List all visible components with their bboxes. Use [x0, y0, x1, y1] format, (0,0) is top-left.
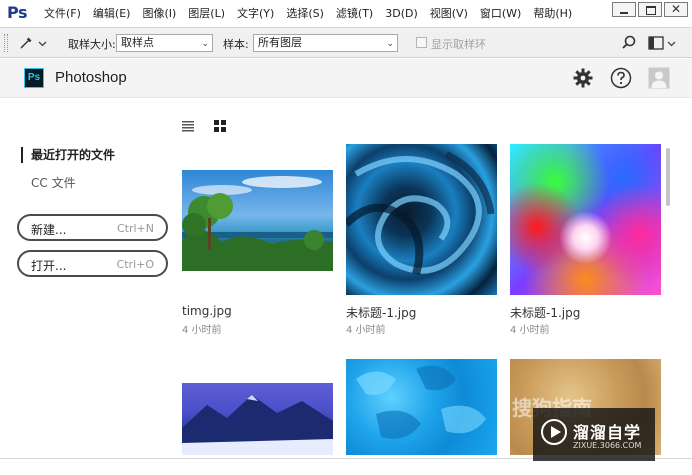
search-icon[interactable] [620, 34, 638, 52]
menu-bar: Ps 文件(F) 编辑(E) 图像(I) 图层(L) 文字(Y) 选择(S) 滤… [0, 0, 692, 28]
cc-files-link[interactable]: CC 文件 [31, 174, 76, 191]
recent-file-thumbnail-timg[interactable] [182, 170, 333, 271]
tool-preset-picker[interactable] [18, 35, 54, 51]
watermark-title: 溜溜自学 [573, 423, 642, 442]
minimize-button[interactable] [612, 2, 636, 17]
scrollbar-thumb[interactable] [666, 148, 670, 206]
grid-view-icon[interactable] [213, 119, 227, 133]
open-button-label: 打开... [31, 259, 67, 273]
show-ring-checkbox[interactable] [416, 37, 427, 48]
file-name[interactable]: timg.jpg [182, 304, 232, 318]
help-icon[interactable] [610, 67, 632, 89]
menu-file[interactable]: 文件(F) [38, 0, 87, 28]
sample-size-label: 取样大小: [68, 38, 116, 51]
recent-files-heading[interactable]: 最近打开的文件 [21, 147, 115, 163]
open-button[interactable]: 打开... Ctrl+O [17, 250, 168, 277]
file-time: 4 小时前 [182, 325, 222, 336]
recent-file-thumbnail-mountain[interactable] [182, 383, 333, 455]
file-name[interactable]: 未标题-1.jpg [346, 304, 416, 321]
play-icon [541, 419, 567, 445]
workspace-switcher[interactable] [648, 35, 684, 51]
file-name[interactable]: 未标题-1.jpg [510, 304, 580, 321]
recent-file-thumbnail-untitled-1[interactable] [346, 144, 497, 295]
workspace-icon [648, 36, 664, 50]
file-time: 4 小时前 [510, 325, 550, 336]
new-button-shortcut: Ctrl+N [116, 222, 154, 235]
close-button[interactable]: ✕ [664, 2, 688, 17]
app-logo: Ps [7, 3, 27, 22]
options-grip[interactable] [4, 34, 8, 52]
menu-filter[interactable]: 滤镜(T) [330, 0, 379, 28]
beach-image [182, 176, 333, 271]
new-button-label: 新建... [31, 223, 67, 237]
app-name: Photoshop [55, 69, 127, 86]
options-bar: 取样大小: 取样点 ⌄ 样本: 所有图层 ⌄ 显示取样环 [0, 28, 692, 58]
chevron-down-icon [38, 41, 47, 46]
sample-select[interactable]: 所有图层 ⌄ [253, 34, 398, 52]
menu-type[interactable]: 文字(Y) [231, 0, 280, 28]
start-header: Ps Photoshop [0, 59, 692, 98]
menu-edit[interactable]: 编辑(E) [87, 0, 137, 28]
watermark-url: ZIXUE.3066.COM [573, 441, 642, 450]
window-controls: ✕ [612, 2, 688, 17]
menu-view[interactable]: 视图(V) [424, 0, 474, 28]
recent-file-thumbnail-ice[interactable] [346, 359, 497, 455]
menu-layer[interactable]: 图层(L) [182, 0, 231, 28]
menu-window[interactable]: 窗口(W) [474, 0, 527, 28]
chevron-down-icon [667, 41, 676, 46]
swirl-image [346, 150, 495, 276]
menu-select[interactable]: 选择(S) [280, 0, 330, 28]
ice-pattern-image [356, 365, 486, 439]
menu-help[interactable]: 帮助(H) [527, 0, 578, 28]
new-button[interactable]: 新建... Ctrl+N [17, 214, 168, 241]
menu-image[interactable]: 图像(I) [136, 0, 182, 28]
gear-icon[interactable] [572, 67, 594, 89]
open-button-shortcut: Ctrl+O [116, 258, 154, 271]
user-icon[interactable] [648, 67, 670, 89]
list-view-icon[interactable] [181, 119, 195, 133]
photoshop-badge: Ps [24, 68, 44, 88]
sample-label: 样本: [223, 38, 249, 51]
eyedropper-icon [20, 37, 32, 49]
menu-3d[interactable]: 3D(D) [379, 0, 424, 28]
main-menu: 文件(F) 编辑(E) 图像(I) 图层(L) 文字(Y) 选择(S) 滤镜(T… [38, 0, 578, 28]
chevron-down-icon: ⌄ [201, 39, 209, 49]
sample-value: 所有图层 [258, 36, 302, 49]
mountain-image [182, 395, 333, 455]
sample-size-select[interactable]: 取样点 ⌄ [116, 34, 213, 52]
show-ring-label: 显示取样环 [431, 38, 486, 51]
file-time: 4 小时前 [346, 325, 386, 336]
recent-file-thumbnail-untitled-1-color[interactable] [510, 144, 661, 295]
sample-size-value: 取样点 [121, 36, 154, 49]
chevron-down-icon: ⌄ [386, 39, 394, 49]
maximize-button[interactable] [638, 2, 662, 17]
